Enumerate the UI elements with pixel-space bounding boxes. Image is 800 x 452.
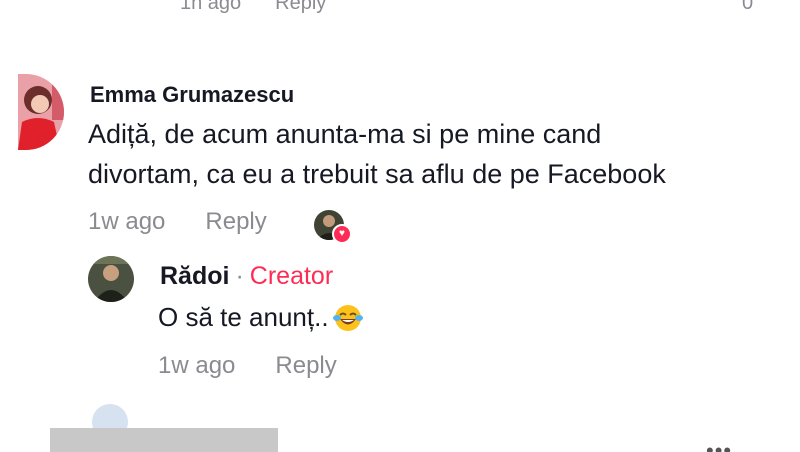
reply-text: O să te anunț..	[158, 302, 363, 333]
more-options-icon[interactable]: •••	[706, 438, 732, 452]
comment-time: 1w ago	[88, 208, 166, 235]
comment-text-line-2: divortam, ca eu a trebuit sa aflu de pe …	[88, 159, 666, 189]
previous-comment-like-count[interactable]: 0	[742, 0, 753, 15]
comment-text: Adiță, de acum anunta-ma si pe mine cand…	[88, 114, 666, 194]
comment-reply-button[interactable]: Reply	[205, 208, 266, 236]
redacted-region	[50, 428, 278, 452]
reply-time: 1w ago	[158, 352, 236, 379]
reply-meta: 1w ago Reply	[158, 352, 337, 380]
name-separator: ·	[235, 262, 244, 290]
comments-panel: 1h ago Reply 0 Emma Grumazescu Adiță, de…	[0, 0, 800, 452]
previous-comment-time: 1h ago	[180, 0, 242, 14]
heart-icon: ♥	[332, 224, 352, 244]
reply-author-avatar[interactable]	[88, 256, 134, 302]
reply-reply-button[interactable]: Reply	[275, 352, 336, 380]
laughing-tears-emoji-icon	[332, 303, 363, 333]
previous-comment-reply-button[interactable]: Reply	[275, 0, 326, 15]
reply-avatar-image	[88, 256, 134, 302]
comment-text-line-1: Adiță, de acum anunta-ma si pe mine cand	[88, 119, 602, 149]
liked-by-creator-indicator: ♥	[314, 210, 352, 244]
creator-badge: Creator	[249, 262, 334, 290]
reply-author-row: Rădoi · Creator	[160, 262, 333, 291]
reply-text-content: O să te anunț..	[158, 302, 329, 332]
avatar-image	[18, 74, 64, 150]
previous-comment-meta: 1h ago Reply	[180, 0, 326, 15]
comment-meta: 1w ago Reply	[88, 208, 267, 236]
reply-author-name[interactable]: Rădoi	[160, 262, 229, 291]
commenter-avatar[interactable]	[18, 74, 64, 150]
commenter-name[interactable]: Emma Grumazescu	[90, 82, 294, 108]
